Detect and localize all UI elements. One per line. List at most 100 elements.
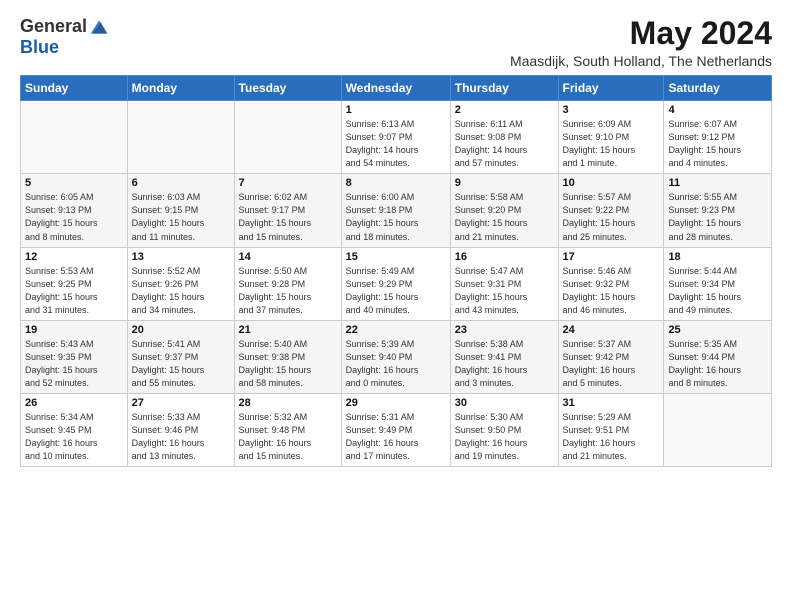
table-row: 13Sunrise: 5:52 AM Sunset: 9:26 PM Dayli… bbox=[127, 247, 234, 320]
day-info: Sunrise: 6:02 AM Sunset: 9:17 PM Dayligh… bbox=[239, 191, 337, 243]
day-number: 20 bbox=[132, 324, 230, 336]
table-row: 12 Sunrise: 5:53 AM Sunset: 9:25 PM Dayli… bbox=[21, 247, 128, 320]
day-info: Sunrise: 5:41 AM Sunset: 9:37 PM Dayligh… bbox=[132, 338, 230, 390]
table-row: 27 Sunrise: 5:33 AM Sunset: 9:46 PM Dayli… bbox=[127, 393, 234, 466]
header-sunday: Sunday bbox=[21, 76, 128, 101]
table-row: 23 Sunrise: 5:38 AM Sunset: 9:41 PM Dayli… bbox=[450, 320, 558, 393]
table-row: 22 Sunrise: 5:39 AM Sunset: 9:40 PM Dayli… bbox=[341, 320, 450, 393]
day-number: 23 bbox=[455, 324, 554, 336]
table-row: 30 Sunrise: 5:30 AM Sunset: 9:50 PM Dayli… bbox=[450, 393, 558, 466]
calendar-week-row: 26 Sunrise: 5:34 AM Sunset: 9:45 PM Dayli… bbox=[21, 393, 772, 466]
header-monday: Monday bbox=[127, 76, 234, 101]
calendar-week-row: 5 Sunrise: 6:05 AM Sunset: 9:13 PM Daylig… bbox=[21, 174, 772, 247]
day-number: 24 bbox=[563, 324, 660, 336]
day-info: Sunrise: 6:11 AM Sunset: 9:08 PM Dayligh… bbox=[455, 118, 554, 170]
day-info: Sunrise: 5:33 AM Sunset: 9:46 PM Dayligh… bbox=[132, 411, 230, 463]
location: Maasdijk, South Holland, The Netherlands bbox=[510, 53, 772, 69]
day-info: Sunrise: 6:07 AM Sunset: 9:12 PM Dayligh… bbox=[668, 118, 767, 170]
table-row: 25Sunrise: 5:35 AM Sunset: 9:44 PM Dayli… bbox=[664, 320, 772, 393]
calendar-body: 1Sunrise: 6:13 AM Sunset: 9:07 PM Daylig… bbox=[21, 101, 772, 467]
logo: General Blue bbox=[20, 16, 109, 58]
header-thursday: Thursday bbox=[450, 76, 558, 101]
table-row: 9 Sunrise: 5:58 AM Sunset: 9:20 PM Daylig… bbox=[450, 174, 558, 247]
day-info: Sunrise: 5:57 AM Sunset: 9:22 PM Dayligh… bbox=[563, 191, 660, 243]
day-info: Sunrise: 5:40 AM Sunset: 9:38 PM Dayligh… bbox=[239, 338, 337, 390]
day-number: 29 bbox=[346, 397, 446, 409]
day-number: 22 bbox=[346, 324, 446, 336]
table-row: 16Sunrise: 5:47 AM Sunset: 9:31 PM Dayli… bbox=[450, 247, 558, 320]
logo-general: General bbox=[20, 16, 87, 37]
table-row: 24 Sunrise: 5:37 AM Sunset: 9:42 PM Dayli… bbox=[558, 320, 664, 393]
table-row bbox=[664, 393, 772, 466]
table-row: 4 Sunrise: 6:07 AM Sunset: 9:12 PM Daylig… bbox=[664, 101, 772, 174]
day-number: 15 bbox=[346, 251, 446, 263]
day-number: 14 bbox=[239, 251, 337, 263]
day-number: 9 bbox=[455, 177, 554, 189]
table-row: 8Sunrise: 6:00 AM Sunset: 9:18 PM Daylig… bbox=[341, 174, 450, 247]
header-tuesday: Tuesday bbox=[234, 76, 341, 101]
day-number: 12 bbox=[25, 251, 123, 263]
table-row: 26 Sunrise: 5:34 AM Sunset: 9:45 PM Dayli… bbox=[21, 393, 128, 466]
day-number: 5 bbox=[25, 177, 123, 189]
table-row: 1Sunrise: 6:13 AM Sunset: 9:07 PM Daylig… bbox=[341, 101, 450, 174]
day-info: Sunrise: 5:39 AM Sunset: 9:40 PM Dayligh… bbox=[346, 338, 446, 390]
day-info: Sunrise: 5:46 AM Sunset: 9:32 PM Dayligh… bbox=[563, 265, 660, 317]
month-title: May 2024 bbox=[510, 16, 772, 51]
day-info: Sunrise: 5:47 AM Sunset: 9:31 PM Dayligh… bbox=[455, 265, 554, 317]
day-info: Sunrise: 6:03 AM Sunset: 9:15 PM Dayligh… bbox=[132, 191, 230, 243]
day-info: Sunrise: 5:50 AM Sunset: 9:28 PM Dayligh… bbox=[239, 265, 337, 317]
table-row: 29 Sunrise: 5:31 AM Sunset: 9:49 PM Dayli… bbox=[341, 393, 450, 466]
day-number: 27 bbox=[132, 397, 230, 409]
table-row: 6 Sunrise: 6:03 AM Sunset: 9:15 PM Daylig… bbox=[127, 174, 234, 247]
header-friday: Friday bbox=[558, 76, 664, 101]
calendar-week-row: 1Sunrise: 6:13 AM Sunset: 9:07 PM Daylig… bbox=[21, 101, 772, 174]
header: General Blue May 2024 Maasdijk, South Ho… bbox=[20, 16, 772, 69]
table-row bbox=[127, 101, 234, 174]
day-number: 4 bbox=[668, 104, 767, 116]
day-info: Sunrise: 5:30 AM Sunset: 9:50 PM Dayligh… bbox=[455, 411, 554, 463]
table-row bbox=[21, 101, 128, 174]
day-number: 6 bbox=[132, 177, 230, 189]
day-info: Sunrise: 5:43 AM Sunset: 9:35 PM Dayligh… bbox=[25, 338, 123, 390]
day-info: Sunrise: 5:32 AM Sunset: 9:48 PM Dayligh… bbox=[239, 411, 337, 463]
day-info: Sunrise: 5:31 AM Sunset: 9:49 PM Dayligh… bbox=[346, 411, 446, 463]
day-number: 1 bbox=[346, 104, 446, 116]
calendar-week-row: 12 Sunrise: 5:53 AM Sunset: 9:25 PM Dayli… bbox=[21, 247, 772, 320]
table-row: 31 Sunrise: 5:29 AM Sunset: 9:51 PM Dayli… bbox=[558, 393, 664, 466]
day-number: 19 bbox=[25, 324, 123, 336]
title-area: May 2024 Maasdijk, South Holland, The Ne… bbox=[510, 16, 772, 69]
day-number: 8 bbox=[346, 177, 446, 189]
day-number: 18 bbox=[668, 251, 767, 263]
day-number: 17 bbox=[563, 251, 660, 263]
table-row: 21Sunrise: 5:40 AM Sunset: 9:38 PM Dayli… bbox=[234, 320, 341, 393]
day-number: 25 bbox=[668, 324, 767, 336]
day-info: Sunrise: 5:44 AM Sunset: 9:34 PM Dayligh… bbox=[668, 265, 767, 317]
day-number: 31 bbox=[563, 397, 660, 409]
day-info: Sunrise: 5:29 AM Sunset: 9:51 PM Dayligh… bbox=[563, 411, 660, 463]
day-number: 2 bbox=[455, 104, 554, 116]
table-row: 10Sunrise: 5:57 AM Sunset: 9:22 PM Dayli… bbox=[558, 174, 664, 247]
table-row: 3Sunrise: 6:09 AM Sunset: 9:10 PM Daylig… bbox=[558, 101, 664, 174]
day-info: Sunrise: 5:37 AM Sunset: 9:42 PM Dayligh… bbox=[563, 338, 660, 390]
day-number: 26 bbox=[25, 397, 123, 409]
logo-blue: Blue bbox=[20, 37, 59, 58]
day-number: 13 bbox=[132, 251, 230, 263]
table-row: 20 Sunrise: 5:41 AM Sunset: 9:37 PM Dayli… bbox=[127, 320, 234, 393]
day-number: 30 bbox=[455, 397, 554, 409]
day-info: Sunrise: 5:49 AM Sunset: 9:29 PM Dayligh… bbox=[346, 265, 446, 317]
day-info: Sunrise: 5:53 AM Sunset: 9:25 PM Dayligh… bbox=[25, 265, 123, 317]
day-info: Sunrise: 6:05 AM Sunset: 9:13 PM Dayligh… bbox=[25, 191, 123, 243]
table-row: 15 Sunrise: 5:49 AM Sunset: 9:29 PM Dayli… bbox=[341, 247, 450, 320]
day-number: 7 bbox=[239, 177, 337, 189]
header-wednesday: Wednesday bbox=[341, 76, 450, 101]
calendar-week-row: 19 Sunrise: 5:43 AM Sunset: 9:35 PM Dayli… bbox=[21, 320, 772, 393]
table-row: 5 Sunrise: 6:05 AM Sunset: 9:13 PM Daylig… bbox=[21, 174, 128, 247]
day-info: Sunrise: 5:34 AM Sunset: 9:45 PM Dayligh… bbox=[25, 411, 123, 463]
table-row: 19 Sunrise: 5:43 AM Sunset: 9:35 PM Dayli… bbox=[21, 320, 128, 393]
day-info: Sunrise: 5:55 AM Sunset: 9:23 PM Dayligh… bbox=[668, 191, 767, 243]
day-number: 3 bbox=[563, 104, 660, 116]
day-info: Sunrise: 5:58 AM Sunset: 9:20 PM Dayligh… bbox=[455, 191, 554, 243]
day-info: Sunrise: 5:38 AM Sunset: 9:41 PM Dayligh… bbox=[455, 338, 554, 390]
calendar-page: General Blue May 2024 Maasdijk, South Ho… bbox=[0, 0, 792, 612]
day-number: 11 bbox=[668, 177, 767, 189]
